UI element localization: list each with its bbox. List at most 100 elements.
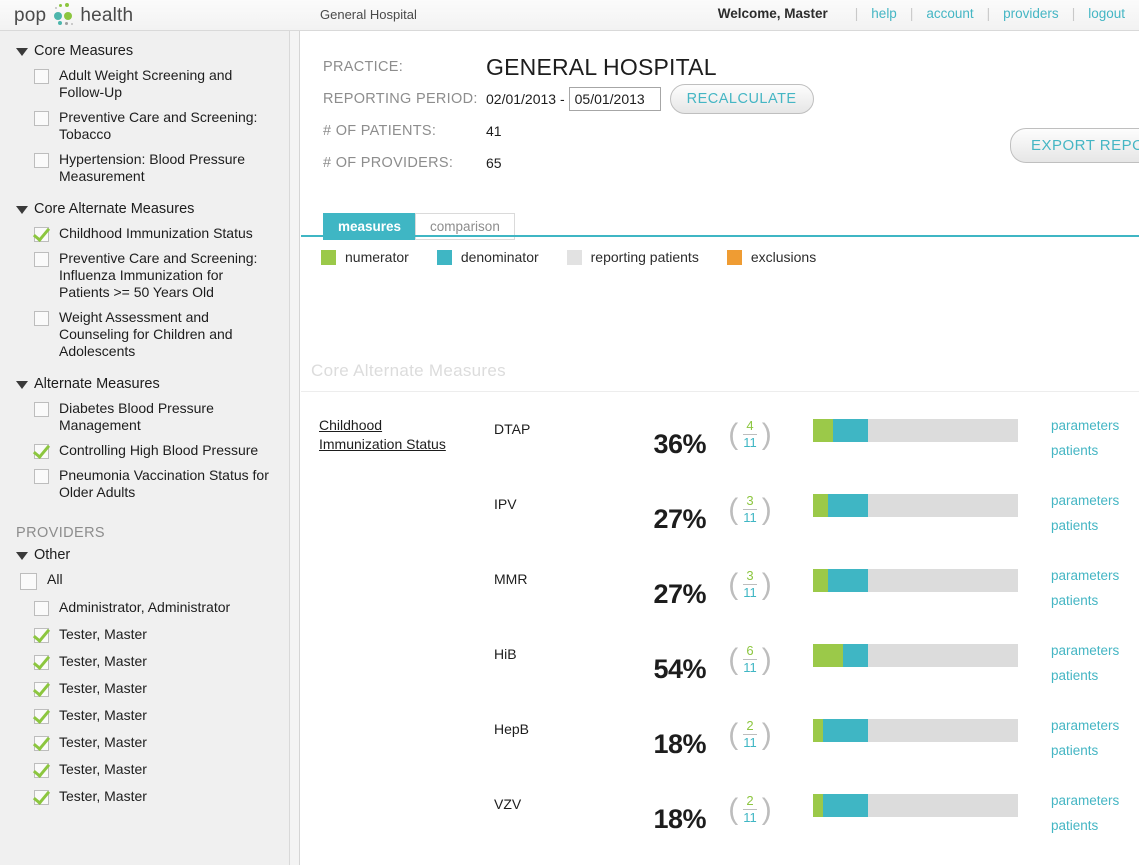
checkbox-provider[interactable] [34,736,49,751]
pophealth-logo[interactable]: pop health [14,3,133,29]
patients-link[interactable]: patients [1051,813,1119,838]
paren-left: ( [728,417,739,451]
sidebar-item-provider[interactable]: Administrator, Administrator [0,594,289,621]
sidebar-item-measure[interactable]: Diabetes Blood Pressure Management [0,396,289,438]
sidebar-item-label: Tester, Master [59,653,147,669]
recalculate-button[interactable]: RECALCULATE [669,84,814,114]
logout-link[interactable]: logout [1088,6,1125,21]
sidebar-group-core-alternate-measures[interactable]: Core Alternate Measures [0,199,289,221]
checkbox-provider[interactable] [34,601,49,616]
sidebar-item-provider[interactable]: Tester, Master [0,621,289,648]
parameters-link[interactable]: parameters [1051,563,1119,588]
checkbox-measure[interactable] [34,469,49,484]
parameters-link[interactable]: parameters [1051,788,1119,813]
sidebar-item-label: Tester, Master [59,761,147,777]
checkbox-provider[interactable] [34,709,49,724]
section-title: Core Alternate Measures [311,361,506,380]
sidebar-group-label: Alternate Measures [34,376,160,392]
sidebar-item-measure[interactable]: Adult Weight Screening and Follow-Up [0,63,289,105]
export-report-button[interactable]: EXPORT REPORT [1010,128,1139,163]
checkbox-provider[interactable] [34,655,49,670]
legend-item: exclusions [726,249,816,265]
sidebar-item-measure[interactable]: Pneumonia Vaccination Status for Older A… [0,463,289,505]
sidebar-item-provider[interactable]: Tester, Master [0,648,289,675]
table-row: IPV 27%(3 11) parameters patients [301,476,1139,551]
paren-right: ) [761,642,772,676]
measure-rows: Childhood Immunization Status DTAP 36%(4 11… [301,401,1139,865]
submeasure-label: MMR [494,571,528,587]
patients-link[interactable]: patients [1051,738,1119,763]
checkbox-measure[interactable] [34,311,49,326]
fraction-denominator: 11 [743,435,757,450]
sidebar-group: Core Alternate Measures Childhood Immuniz… [0,199,289,364]
table-row: MMR 27%(3 11) parameters patients [301,551,1139,626]
patients-link[interactable]: patients [1051,513,1119,538]
help-link[interactable]: help [871,6,897,21]
sidebar-group-core-measures[interactable]: Core Measures [0,41,289,63]
sidebar-item-provider[interactable]: Tester, Master [0,675,289,702]
paren-left: ( [728,717,739,751]
sidebar-item-label: Adult Weight Screening and Follow-Up [59,67,233,100]
sidebar-item-all[interactable]: All [0,567,289,594]
period-end-input[interactable] [568,87,661,111]
parameters-link[interactable]: parameters [1051,488,1119,513]
sidebar-item-label: Controlling High Blood Pressure [59,442,259,458]
patients-link[interactable]: patients [1051,663,1119,688]
sidebar-item-provider[interactable]: Tester, Master [0,729,289,756]
sidebar-item-provider[interactable]: Tester, Master [0,783,289,810]
parameters-link[interactable]: parameters [1051,413,1119,438]
parameters-link[interactable]: parameters [1051,638,1119,663]
providers-link[interactable]: providers [1003,6,1059,21]
checkbox-all[interactable] [20,573,37,590]
sidebar-item-label: Weight Assessment and Counseling for Chi… [59,309,233,359]
bar-segment-numerator [813,794,823,817]
sidebar-item-label: Preventive Care and Screening: Tobacco [59,109,258,142]
bar-segment-numerator [813,419,833,442]
sidebar-item-measure[interactable]: Weight Assessment and Counseling for Chi… [0,305,289,364]
sidebar-scrollbar[interactable] [290,31,300,865]
sidebar-item-measure[interactable]: Hypertension: Blood Pressure Measurement [0,147,289,189]
sidebar-item-measure[interactable]: Controlling High Blood Pressure [0,438,289,463]
fraction-stack: 3 11 [743,569,757,600]
checkbox-measure[interactable] [34,444,49,459]
checkbox-measure[interactable] [34,153,49,168]
checkbox-provider[interactable] [34,763,49,778]
submeasure-label: DTAP [494,421,531,437]
measure-name-link[interactable]: Childhood Immunization Status [319,416,469,454]
checkbox-measure[interactable] [34,69,49,84]
nav-separator: | [854,6,859,21]
checkbox-provider[interactable] [34,682,49,697]
providers-row: # OF PROVIDERS: 65 [323,147,814,179]
sidebar-item-provider[interactable]: Tester, Master [0,756,289,783]
sidebar-item-measure[interactable]: Preventive Care and Screening: Tobacco [0,105,289,147]
tab-underline [301,235,1139,237]
fraction-numerator: 2 [746,793,754,808]
checkbox-measure[interactable] [34,111,49,126]
nav-separator: | [1071,6,1076,21]
checkbox-provider[interactable] [34,790,49,805]
legend-label: reporting patients [590,249,699,265]
parameters-link[interactable]: parameters [1051,713,1119,738]
checkbox-measure[interactable] [34,402,49,417]
sidebar-group: Core Measures Adult Weight Screening and … [0,41,289,189]
welcome-text: Welcome, Master [717,6,828,21]
practice-row: PRACTICE: GENERAL HOSPITAL [323,51,814,83]
patients-row: # OF PATIENTS: 41 [323,115,814,147]
sidebar-group-alternate-measures[interactable]: Alternate Measures [0,374,289,396]
checkbox-measure[interactable] [34,227,49,242]
period-start-value: 02/01/2013 - [486,91,565,107]
fraction: (6 11) [706,644,794,675]
checkbox-measure[interactable] [34,252,49,267]
legend-item: denominator [436,249,539,265]
account-link[interactable]: account [926,6,973,21]
legend-swatch [726,249,742,265]
sidebar-group-other[interactable]: Other [0,545,289,567]
row-links: parameterspatients [1051,788,1119,838]
sidebar-item-provider[interactable]: Tester, Master [0,702,289,729]
patients-link[interactable]: patients [1051,438,1119,463]
legend-swatch [436,249,452,265]
patients-link[interactable]: patients [1051,588,1119,613]
sidebar-item-measure[interactable]: Preventive Care and Screening: Influenza… [0,246,289,305]
sidebar-item-measure[interactable]: Childhood Immunization Status [0,221,289,246]
checkbox-provider[interactable] [34,628,49,643]
